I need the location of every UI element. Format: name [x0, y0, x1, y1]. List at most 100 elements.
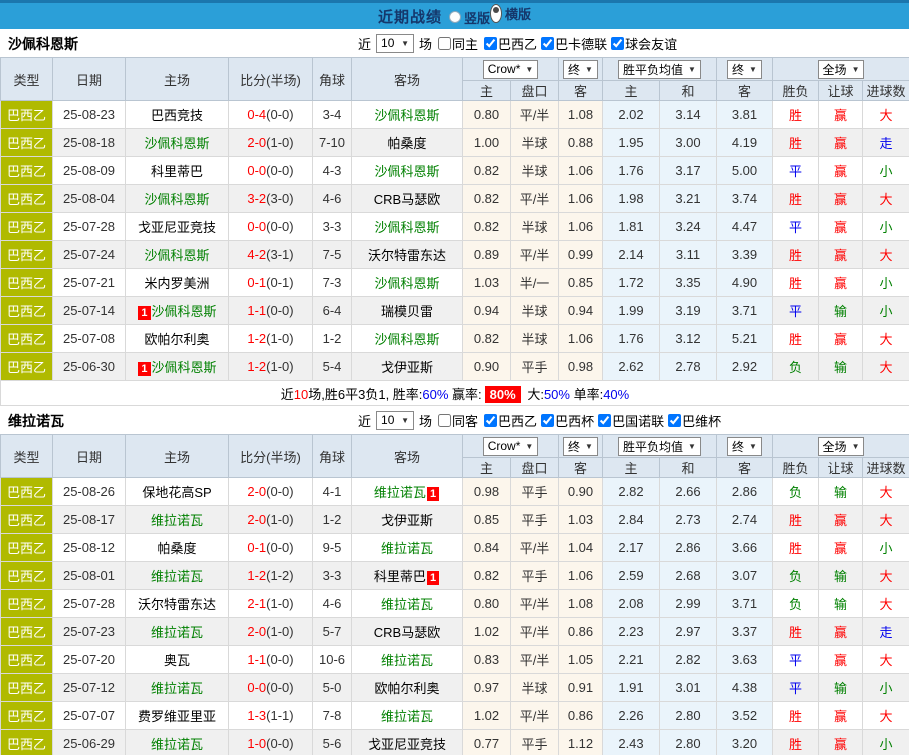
- odds-company-select[interactable]: Crow*▼: [483, 437, 539, 456]
- league-filter[interactable]: 巴卡德联: [541, 34, 607, 53]
- league-checkbox[interactable]: [541, 37, 554, 50]
- home-team-cell: 维拉诺瓦: [126, 618, 229, 646]
- odds-home-cell: 0.82: [463, 562, 511, 590]
- home-team-name[interactable]: 巴西竞技: [151, 108, 203, 123]
- away-team-name[interactable]: CRB马瑟欧: [374, 192, 440, 207]
- away-team-cell: 维拉诺瓦: [352, 702, 463, 730]
- home-team-name[interactable]: 帕桑度: [157, 541, 196, 556]
- avg-draw-cell: 3.01: [660, 674, 717, 702]
- same-venue-checkbox[interactable]: [438, 37, 451, 50]
- away-team-name[interactable]: 戈亚尼亚竞技: [368, 737, 446, 752]
- odds-stage-select[interactable]: 终▼: [563, 60, 598, 79]
- home-team-name[interactable]: 维拉诺瓦: [151, 513, 203, 528]
- match-row: 巴西乙25-07-141沙佩科恩斯1-1(0-0)6-4瑞模贝雷0.94半球0.…: [1, 297, 909, 325]
- away-team-name[interactable]: CRB马瑟欧: [374, 625, 440, 640]
- date-cell: 25-07-24: [53, 241, 126, 269]
- away-team-name[interactable]: 欧帕尔利奥: [374, 681, 439, 696]
- home-team-name[interactable]: 费罗维亚里亚: [138, 709, 216, 724]
- same-venue-filter[interactable]: 同主: [438, 34, 478, 53]
- radio-button-icon[interactable]: [449, 11, 461, 23]
- league-filter[interactable]: 巴维杯: [668, 411, 721, 430]
- handicap-cell: 半球: [511, 325, 559, 353]
- layout-radio-option[interactable]: 竖版: [449, 8, 490, 27]
- league-filter[interactable]: 巴国诺联: [598, 411, 664, 430]
- league-filter-label: 巴西乙: [498, 411, 537, 430]
- home-team-name[interactable]: 保地花高SP: [142, 485, 211, 500]
- home-team-name[interactable]: 维拉诺瓦: [151, 681, 203, 696]
- home-team-cell: 1沙佩科恩斯: [126, 297, 229, 325]
- avg-select[interactable]: 胜平负均值▼: [618, 437, 701, 456]
- odds-home-cell: 0.83: [463, 646, 511, 674]
- home-team-name[interactable]: 维拉诺瓦: [151, 737, 203, 752]
- away-team-name[interactable]: 科里蒂巴: [374, 569, 426, 584]
- odds-company-select[interactable]: Crow*▼: [483, 60, 539, 79]
- home-team-name[interactable]: 科里蒂巴: [151, 164, 203, 179]
- away-team-cell: 沃尔特雷东达: [352, 241, 463, 269]
- league-checkbox[interactable]: [541, 414, 554, 427]
- layout-radio-selected[interactable]: 横版: [490, 4, 531, 23]
- league-filter[interactable]: 巴西乙: [484, 34, 537, 53]
- goals-result-cell: 大: [863, 646, 909, 674]
- home-team-name[interactable]: 戈亚尼亚竞技: [138, 220, 216, 235]
- goals-result-cell: 走: [863, 618, 909, 646]
- radio-button-icon[interactable]: [490, 4, 502, 23]
- handicap-result-cell: 赢: [819, 185, 863, 213]
- match-count-select[interactable]: 10▼: [376, 34, 414, 53]
- col-type: 类型: [1, 58, 53, 101]
- away-team-name[interactable]: 维拉诺瓦: [381, 653, 433, 668]
- away-team-name[interactable]: 沙佩科恩斯: [374, 276, 439, 291]
- same-venue-filter[interactable]: 同客: [438, 411, 478, 430]
- home-team-name[interactable]: 欧帕尔利奥: [144, 332, 209, 347]
- same-venue-checkbox[interactable]: [438, 414, 451, 427]
- away-team-name[interactable]: 沙佩科恩斯: [374, 164, 439, 179]
- league-filter[interactable]: 球会友谊: [611, 34, 677, 53]
- subcol-handicap-result: 让球: [819, 81, 863, 101]
- home-team-name[interactable]: 沙佩科恩斯: [144, 136, 209, 151]
- league-checkbox[interactable]: [668, 414, 681, 427]
- away-team-name[interactable]: 沙佩科恩斯: [374, 220, 439, 235]
- handicap-cell: 平/半: [511, 101, 559, 129]
- league-checkbox[interactable]: [484, 414, 497, 427]
- avg-select[interactable]: 胜平负均值▼: [618, 60, 701, 79]
- odds-stage-select[interactable]: 终▼: [563, 437, 598, 456]
- away-team-name[interactable]: 维拉诺瓦: [381, 709, 433, 724]
- match-count-select[interactable]: 10▼: [376, 411, 414, 430]
- home-team-name[interactable]: 沙佩科恩斯: [144, 248, 209, 263]
- away-team-name[interactable]: 戈伊亚斯: [381, 513, 433, 528]
- away-team-name[interactable]: 维拉诺瓦: [381, 541, 433, 556]
- avg-away-cell: 2.74: [717, 506, 773, 534]
- fullmatch-select[interactable]: 全场▼: [818, 60, 865, 79]
- away-team-name[interactable]: 瑞模贝雷: [381, 304, 433, 319]
- handicap-result-cell: 赢: [819, 730, 863, 755]
- avg-home-cell: 2.82: [603, 478, 660, 506]
- league-filter[interactable]: 巴西乙: [484, 411, 537, 430]
- home-team-name[interactable]: 维拉诺瓦: [151, 625, 203, 640]
- league-checkbox[interactable]: [598, 414, 611, 427]
- home-team-name[interactable]: 米内罗美洲: [144, 276, 209, 291]
- corner-cell: 7-3: [313, 269, 352, 297]
- away-team-name[interactable]: 帕桑度: [387, 136, 426, 151]
- avg-stage-select[interactable]: 终▼: [727, 60, 762, 79]
- league-checkbox[interactable]: [611, 37, 624, 50]
- league-cell: 巴西乙: [1, 241, 53, 269]
- away-team-name[interactable]: 维拉诺瓦: [381, 597, 433, 612]
- avg-stage-select[interactable]: 终▼: [727, 437, 762, 456]
- col-type: 类型: [1, 435, 53, 478]
- league-filter[interactable]: 巴西杯: [541, 411, 594, 430]
- away-team-name[interactable]: 沃尔特雷东达: [368, 248, 446, 263]
- handicap-cell: 平手: [511, 562, 559, 590]
- away-team-name[interactable]: 沙佩科恩斯: [374, 108, 439, 123]
- home-team-name[interactable]: 维拉诺瓦: [151, 569, 203, 584]
- away-team-name[interactable]: 戈伊亚斯: [381, 360, 433, 375]
- home-team-name[interactable]: 沙佩科恩斯: [152, 304, 217, 319]
- league-checkbox[interactable]: [484, 37, 497, 50]
- avg-draw-cell: 3.35: [660, 269, 717, 297]
- fullmatch-select[interactable]: 全场▼: [818, 437, 865, 456]
- home-team-name[interactable]: 沙佩科恩斯: [144, 192, 209, 207]
- away-team-name[interactable]: 维拉诺瓦: [374, 485, 426, 500]
- home-team-name[interactable]: 奥瓦: [164, 653, 190, 668]
- away-team-name[interactable]: 沙佩科恩斯: [374, 332, 439, 347]
- home-team-name[interactable]: 沙佩科恩斯: [152, 360, 217, 375]
- wdl-result-cell: 平: [773, 646, 819, 674]
- home-team-name[interactable]: 沃尔特雷东达: [138, 597, 216, 612]
